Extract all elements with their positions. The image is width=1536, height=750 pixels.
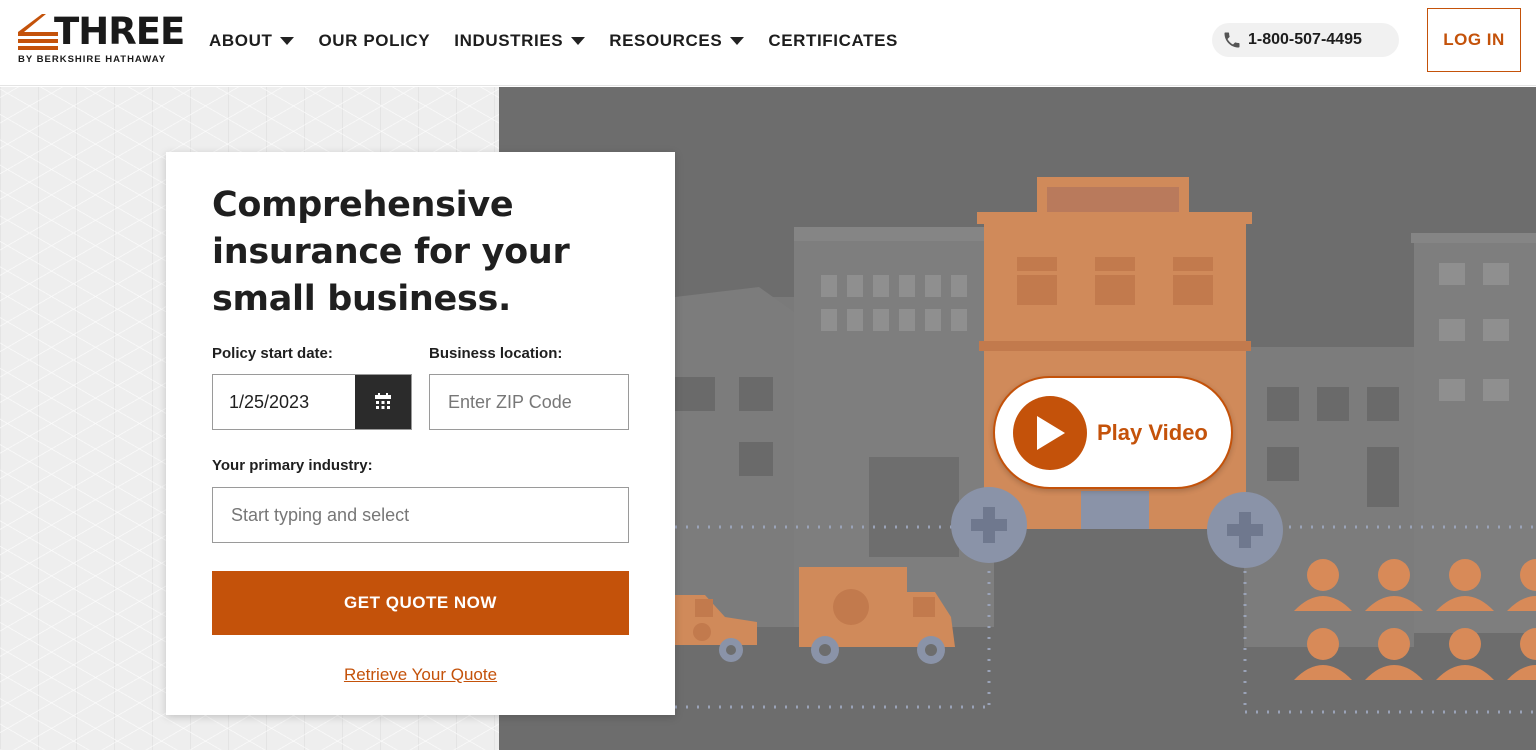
phone-link[interactable]: 1-800-507-4495	[1212, 23, 1399, 57]
nav-our-policy-label: OUR POLICY	[318, 31, 431, 50]
nav-certificates[interactable]: CERTIFICATES	[768, 31, 898, 51]
logo-tagline: BY BERKSHIRE HATHAWAY	[18, 54, 167, 65]
logo-wordmark: THREE	[54, 10, 185, 53]
nav-about[interactable]: ABOUT	[209, 31, 295, 51]
get-quote-button[interactable]: GET QUOTE NOW	[212, 571, 629, 635]
primary-industry-label: Your primary industry:	[212, 457, 373, 474]
caret-down-icon	[571, 37, 586, 45]
three-logo[interactable]: THREE BY BERKSHIRE HATHAWAY	[16, 10, 185, 68]
policy-start-date-input[interactable]: 1/25/2023	[212, 374, 412, 430]
calendar-icon[interactable]	[355, 375, 411, 429]
caret-down-icon	[280, 37, 295, 45]
nav-resources[interactable]: RESOURCES	[609, 31, 745, 51]
play-icon	[1013, 395, 1087, 470]
phone-number: 1-800-507-4495	[1248, 31, 1362, 48]
policy-start-date-value: 1/25/2023	[229, 391, 310, 412]
nav-resources-label: RESOURCES	[609, 31, 723, 50]
site-header: THREE BY BERKSHIRE HATHAWAY ABOUT OUR PO…	[0, 0, 1536, 86]
play-video-label: Play Video	[1097, 419, 1208, 445]
nav-certificates-label: CERTIFICATES	[768, 31, 898, 50]
nav-our-policy[interactable]: OUR POLICY	[318, 31, 430, 51]
quote-form-card: Comprehensive insurance for your small b…	[166, 152, 675, 715]
industry-input[interactable]: Start typing and select	[212, 487, 629, 543]
play-video-button[interactable]: Play Video	[993, 376, 1233, 489]
login-button[interactable]: LOG IN	[1427, 8, 1521, 72]
phone-icon	[1224, 32, 1240, 48]
retrieve-quote-link[interactable]: Retrieve Your Quote	[166, 665, 675, 685]
nav-industries-label: INDUSTRIES	[454, 31, 564, 50]
caret-down-icon	[730, 37, 745, 45]
form-title: Comprehensive insurance for your small b…	[212, 185, 570, 319]
zip-code-input[interactable]: Enter ZIP Code	[429, 374, 629, 430]
nav-industries[interactable]: INDUSTRIES	[454, 31, 586, 51]
main-nav: ABOUT OUR POLICY INDUSTRIES RESOURCES CE…	[209, 31, 922, 51]
policy-start-date-label: Policy start date:	[212, 345, 333, 362]
business-location-label: Business location:	[429, 345, 563, 362]
nav-about-label: ABOUT	[209, 31, 273, 50]
